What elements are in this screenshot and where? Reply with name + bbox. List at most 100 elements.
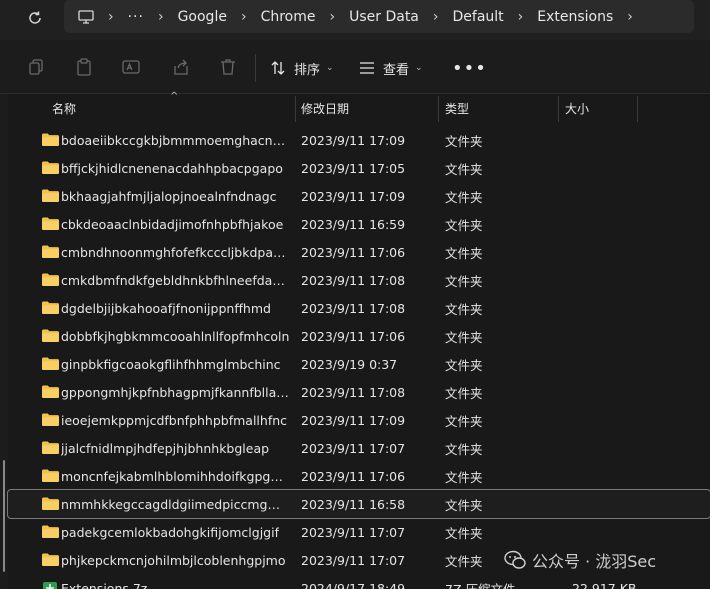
table-row[interactable]: cmkdbmfndkfgebldhnkbfhlneefdaaip 2023/9/1… (8, 266, 710, 294)
table-row[interactable]: ieoejemkppmjcdfbnfphhpbfmallhfnc 2023/9/1… (8, 406, 710, 434)
chevron-right-icon[interactable]: › (627, 9, 633, 25)
sort-button[interactable]: 排序 ⌄ (270, 57, 334, 79)
breadcrumb-google[interactable]: Google (178, 9, 227, 25)
copy-icon[interactable] (27, 58, 45, 76)
column-size[interactable]: 大小 (565, 94, 589, 122)
sort-icon (271, 61, 285, 75)
file-name-cell: gppongmhjkpfnbhagpmjfkannfbllamg (42, 378, 292, 406)
file-type: 7Z 压缩文件 (445, 581, 516, 589)
file-type: 文件夹 (445, 329, 483, 345)
address-row: › ··· › Google › Chrome › User Data › De… (0, 0, 710, 40)
command-bar: 排序 ⌄ 查看 ⌄ ••• (0, 40, 710, 94)
table-row[interactable]: jjalcfnidlmpjhdfepjhjbhnhkbgleap 2023/9/1… (8, 434, 710, 462)
file-type: 文件夹 (445, 301, 483, 317)
file-name-cell: cmbndhnoonmghfofefkcccljbkdpamhi (42, 238, 292, 266)
file-type: 文件夹 (445, 441, 483, 457)
file-type: 文件夹 (445, 133, 483, 149)
table-row[interactable]: dgdelbjijbkahooafjfnonijppnffhmd 2023/9/1… (8, 294, 710, 322)
modified-date: 2023/9/11 17:09 (301, 188, 406, 204)
delete-icon[interactable] (219, 58, 237, 76)
file-name: nmmhkkegccagdldgiimedpiccmgmieda (61, 496, 290, 512)
table-row[interactable]: Extensions.7z 2024/9/17 18:49 7Z 压缩文件 22,91… (8, 574, 710, 589)
table-row[interactable]: dobbfkjhgbkmmcooahlnllfopfmhcoln 2023/9/1… (8, 322, 710, 350)
modified-date: 2023/9/11 17:06 (301, 244, 406, 260)
file-name: Extensions.7z (61, 580, 148, 589)
modified-date: 2023/9/11 17:08 (301, 384, 406, 400)
column-header: ^ 名称 修改日期 类型 大小 (8, 91, 710, 122)
toolbar-divider (255, 54, 256, 82)
file-name: ieoejemkppmjcdfbnfphhpbfmallhfnc (61, 412, 288, 428)
watermark: 公众号 · 泷羽Sec (504, 548, 656, 572)
modified-date: 2023/9/11 17:06 (301, 328, 406, 344)
modified-date: 2023/9/11 16:59 (301, 216, 406, 232)
more-crumbs-button[interactable]: ··· (128, 9, 144, 25)
table-row[interactable]: nmmhkkegccagdldgiimedpiccmgmieda 2023/9/1… (7, 489, 710, 519)
column-divider[interactable] (558, 96, 559, 122)
chevron-right-icon[interactable]: › (329, 9, 335, 25)
table-row[interactable]: bffjckjhidlcnenenacdahhpbacpgapo 2023/9/1… (8, 154, 710, 182)
file-type: 文件夹 (445, 497, 483, 513)
table-row[interactable]: bkhaagjahfmjljalopjnoealnfndnagc 2023/9/1… (8, 182, 710, 210)
breadcrumb-default[interactable]: Default (453, 9, 504, 25)
view-button[interactable]: 查看 ⌄ (359, 57, 423, 79)
file-name-cell: cmkdbmfndkfgebldhnkbfhlneefdaaip (42, 266, 292, 294)
refresh-button[interactable] (20, 4, 50, 32)
rename-icon[interactable] (122, 58, 140, 76)
refresh-icon (29, 11, 41, 24)
nav-scrollbar[interactable] (3, 460, 5, 572)
chevron-right-icon[interactable]: › (433, 9, 439, 25)
modified-date: 2023/9/19 0:37 (301, 356, 398, 372)
table-row[interactable]: ginpbkfigcoaokgflihfhhmglmbchinc 2023/9/1… (8, 350, 710, 378)
file-type: 文件夹 (445, 357, 483, 373)
address-bar[interactable]: › ··· › Google › Chrome › User Data › De… (64, 0, 694, 33)
file-size: 22,917 KB (572, 580, 637, 589)
chevron-right-icon[interactable]: › (241, 9, 247, 25)
column-name[interactable]: 名称 (52, 94, 76, 122)
chevron-right-icon[interactable]: › (158, 9, 164, 25)
file-name-cell: bdoaeiibkccgkbjbmmmoemghacnkbklfjnoe (42, 126, 292, 154)
modified-date: 2023/9/11 17:07 (301, 524, 406, 540)
modified-date: 2023/9/11 17:07 (301, 552, 406, 568)
column-divider[interactable] (295, 96, 296, 122)
file-name-cell: jjalcfnidlmpjhdfepjhjbhnhkbgleap (42, 434, 292, 462)
file-name: bkhaagjahfmjljalopjnoealnfndnagc (61, 188, 277, 204)
computer-icon[interactable] (78, 9, 94, 24)
chevron-down-icon: ⌄ (415, 63, 423, 73)
table-row[interactable]: cmbndhnoonmghfofefkcccljbkdpamhi 2023/9/1… (8, 238, 710, 266)
file-type: 文件夹 (445, 385, 483, 401)
table-row[interactable]: cbkdeoaaclnbidadjimofnhpbfhjakoe 2023/9/1… (8, 210, 710, 238)
table-row[interactable]: gppongmhjkpfnbhagpmjfkannfbllamg 2023/9/1… (8, 378, 710, 406)
modified-date: 2023/9/11 17:07 (301, 440, 406, 456)
modified-date: 2023/9/11 17:08 (301, 300, 406, 316)
file-name-cell: ginpbkfigcoaokgflihfhhmglmbchinc (42, 350, 292, 378)
file-type: 文件夹 (445, 413, 483, 429)
breadcrumb-extensions[interactable]: Extensions (537, 9, 613, 25)
breadcrumb-user-data[interactable]: User Data (349, 9, 419, 25)
paste-icon[interactable] (75, 58, 93, 76)
file-name: moncnfejkabmlhblomihhdoifkgpgkhh (61, 468, 290, 484)
chevron-down-icon: ⌄ (326, 63, 334, 73)
column-divider[interactable] (637, 96, 638, 122)
column-date[interactable]: 修改日期 (301, 94, 349, 122)
file-name: jjalcfnidlmpjhdfepjhjbhnhkbgleap (61, 440, 270, 456)
table-row[interactable]: bdoaeiibkccgkbjbmmmoemghacnkbklfjnoe 2023… (8, 126, 710, 154)
table-row[interactable]: moncnfejkabmlhblomihhdoifkgpgkhh 2023/9/1… (8, 462, 710, 490)
file-name: ginpbkfigcoaokgflihfhhmglmbchinc (61, 356, 281, 372)
file-name: cmkdbmfndkfgebldhnkbfhlneefdaaip (61, 272, 290, 288)
file-name-cell: moncnfejkabmlhblomihhdoifkgpgkhh (42, 462, 292, 490)
breadcrumb-chrome[interactable]: Chrome (261, 9, 316, 25)
share-icon[interactable] (172, 58, 190, 76)
file-type: 文件夹 (445, 217, 483, 233)
file-name: dgdelbjijbkahooafjfnonijppnffhmd (61, 300, 271, 316)
view-label: 查看 (383, 62, 410, 78)
file-name-cell: dgdelbjijbkahooafjfnonijppnffhmd (42, 294, 292, 322)
chevron-right-icon[interactable]: › (518, 9, 524, 25)
sort-ascending-icon: ^ (170, 91, 179, 102)
column-divider[interactable] (438, 96, 439, 122)
more-options-icon[interactable]: ••• (452, 57, 487, 79)
column-type[interactable]: 类型 (445, 94, 469, 122)
file-name-cell: Extensions.7z (42, 574, 292, 589)
view-icon (360, 62, 374, 74)
table-row[interactable]: padekgcemlokbadohgkifijomclgjgif 2023/9/1… (8, 518, 710, 546)
chevron-right-icon[interactable]: › (108, 9, 114, 25)
